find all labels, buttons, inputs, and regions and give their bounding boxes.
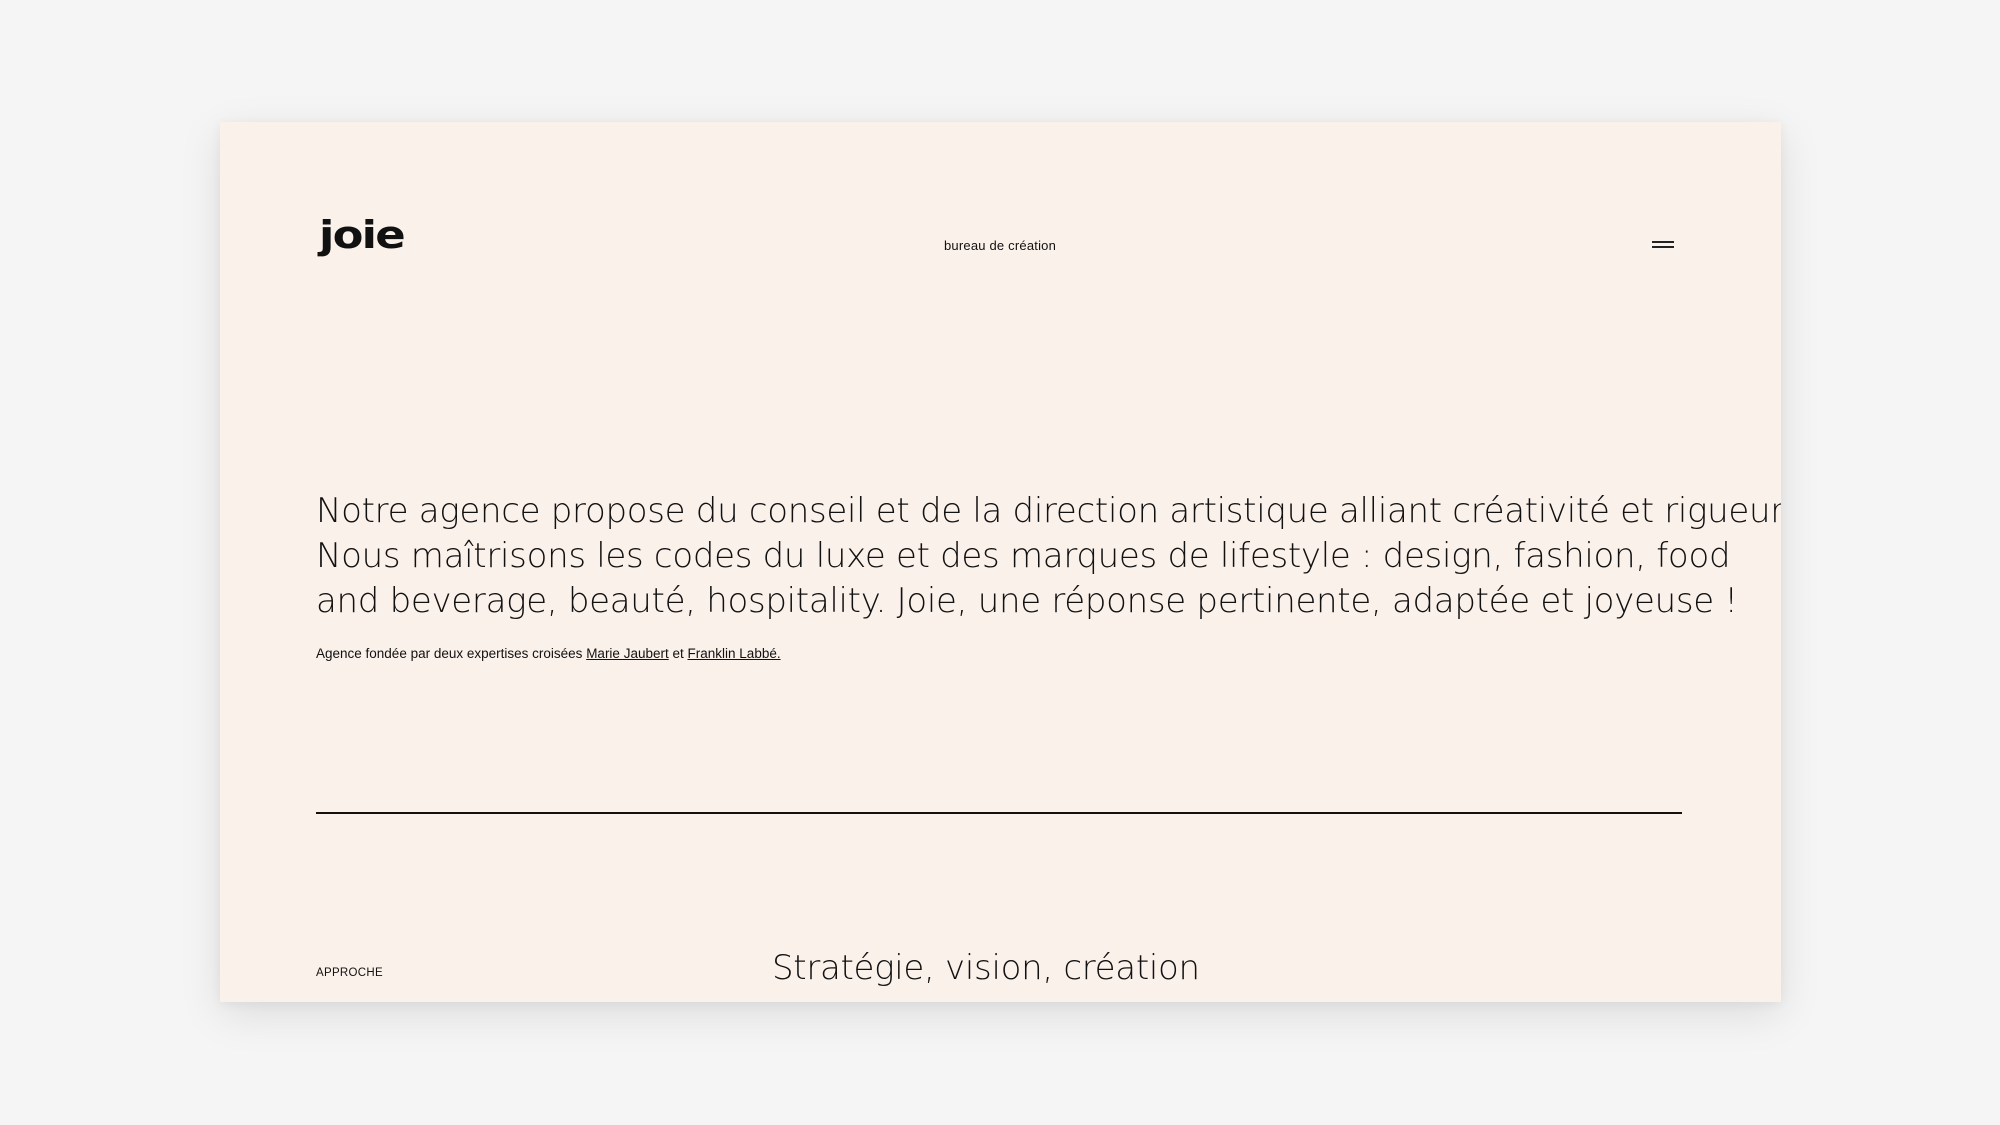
intro-line: Notre agence propose du conseil et de la…: [316, 491, 1781, 531]
intro-paragraph: Notre agence propose du conseil et de la…: [316, 489, 1781, 624]
intro-line: and beverage, beauté, hospitality. Joie,…: [316, 581, 1738, 621]
section-label: APPROCHE: [316, 967, 383, 979]
section-divider: [316, 812, 1682, 814]
menu-bar-top: [1652, 241, 1674, 243]
founders-conjunction: et: [672, 646, 684, 661]
section-heading: Stratégie, vision, création: [772, 948, 1200, 988]
founders-prefix: Agence fondée par deux expertises croisé…: [316, 646, 583, 661]
intro-line: Nous maîtrisons les codes du luxe et des…: [316, 536, 1731, 576]
founder-link-marie-jaubert[interactable]: Marie Jaubert: [586, 646, 669, 661]
menu-bar-bottom: [1652, 246, 1674, 248]
hamburger-menu-icon[interactable]: [1652, 236, 1674, 252]
website-preview-card: joie bureau de création Notre agence pro…: [220, 122, 1781, 1002]
brand-logo[interactable]: joie: [319, 216, 406, 254]
founders-text: Agence fondée par deux expertises croisé…: [316, 646, 781, 661]
founder-link-franklin-labbe[interactable]: Franklin Labbé.: [688, 646, 781, 661]
tagline: bureau de création: [944, 238, 1057, 253]
